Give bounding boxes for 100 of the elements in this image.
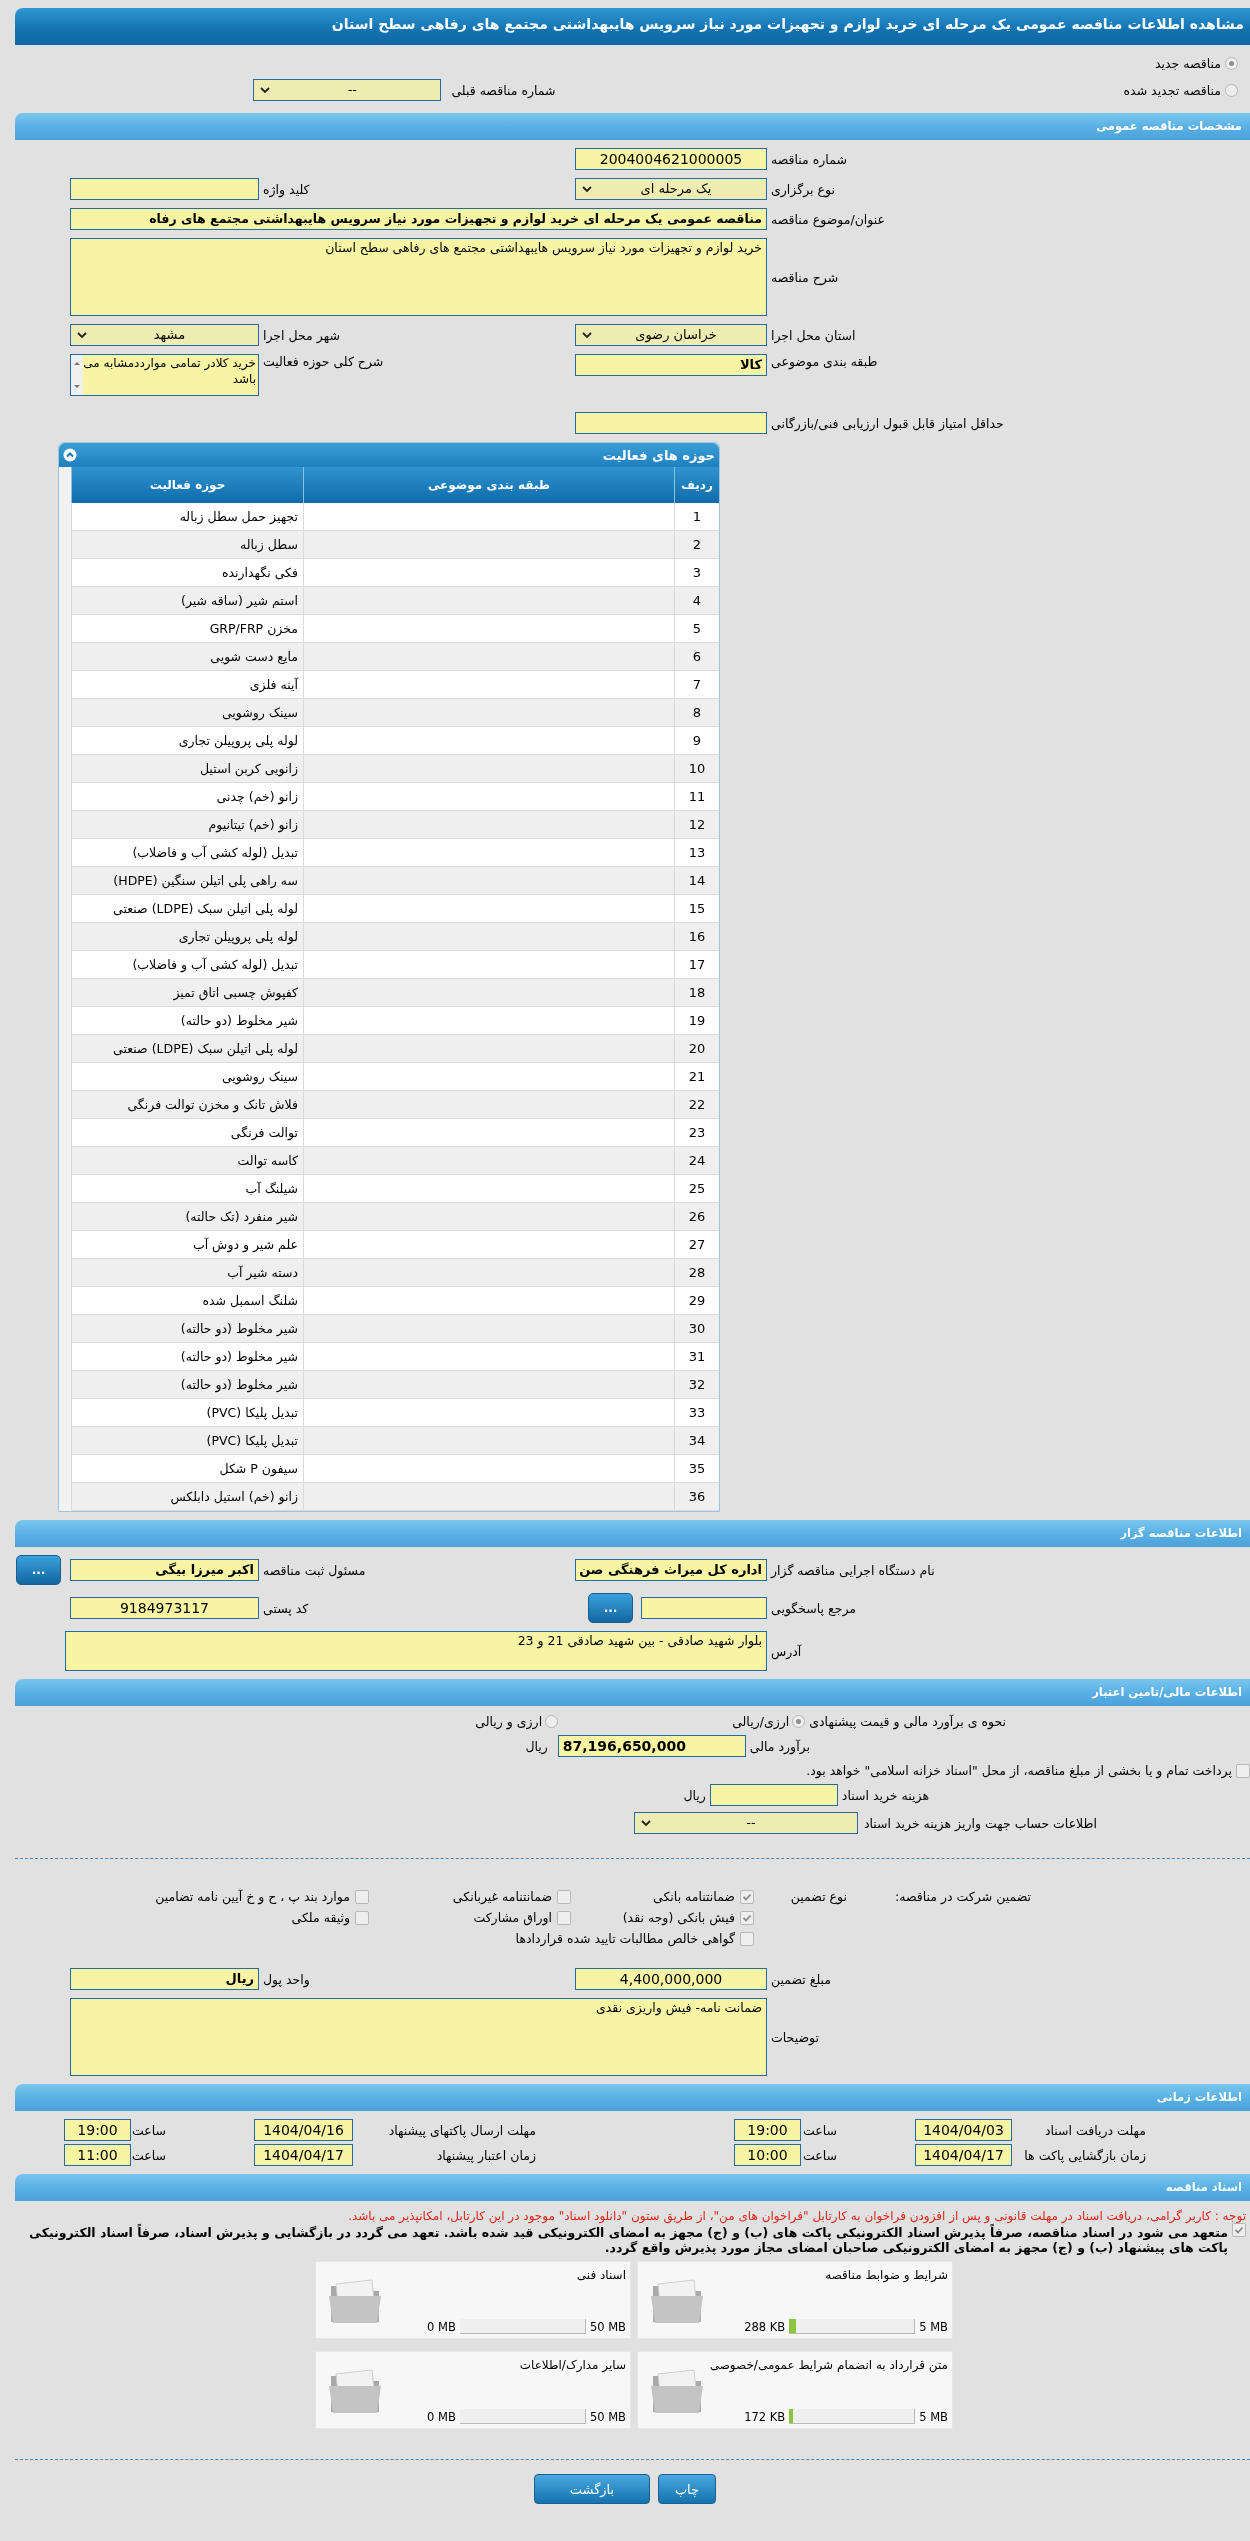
checkbox[interactable] [1232,2223,1246,2237]
time-field[interactable]: 11:00 [64,2144,131,2166]
field-label: واحد پول [262,1971,311,1987]
dropdown[interactable]: -- [633,1812,858,1834]
checkbox[interactable] [557,1889,571,1904]
text-area[interactable]: ضمانت نامه- فیش واریزی نقدی [70,1998,767,2076]
table-cell: 21 [674,1062,719,1091]
checkbox[interactable] [740,1910,754,1925]
section-header: مشخصات مناقصه عمومی [15,113,1250,140]
field-label: نحوه ی برآورد مالی و قیمت پیشنهادی [809,1714,1006,1729]
more-button[interactable]: ... [588,1593,633,1623]
field-label: شرح مناقصه [770,269,840,285]
table-cell: فلاش تانک و مخزن توالت فرنگی [71,1090,304,1119]
dropdown[interactable]: یک مرحله ای [575,178,767,200]
text-field[interactable]: 4,400,000,000 [575,1968,767,1990]
table-cell: 19 [674,1006,719,1035]
text-field[interactable] [575,412,767,434]
radio-button[interactable] [1225,56,1238,70]
checkbox[interactable] [355,1910,369,1925]
table-cell: شیر منفرد (تک حالته) [71,1202,304,1231]
text-field[interactable]: 2004004621000005 [575,148,767,170]
text-area[interactable]: خرید کلادر تمامی موارددمشابه می باشد [70,354,259,396]
text-field[interactable]: 9184973117 [70,1597,259,1619]
field-label: برآورد مالی [749,1738,810,1754]
table-cell: لوله پلی اتیلن سبک (LDPE) صنعتی [71,1034,304,1063]
time-field[interactable]: 10:00 [734,2144,801,2166]
file-size: 0 MB [427,2409,456,2424]
checkbox[interactable] [740,1931,754,1946]
field-label: ریال [683,1787,706,1803]
checkbox-label: ضمانتنامه غیربانکی [452,1889,552,1904]
file-size: 172 KB [744,2409,786,2424]
field-label: آدرس [770,1643,803,1659]
folder-icon [650,2278,706,2324]
action-button[interactable]: چاپ [658,2474,716,2504]
checkbox[interactable] [1236,1763,1250,1778]
radio-button[interactable] [545,1715,559,1728]
table-cell: 12 [674,810,719,839]
checkbox[interactable] [557,1910,571,1925]
time-field[interactable]: 19:00 [64,2119,131,2141]
table-cell: لوله پلی پروپیلن تجاری [71,726,304,755]
table-cell: مایع دست شویی [71,642,304,671]
text-field[interactable] [641,1597,767,1619]
column-header: حوزه فعالیت [71,467,304,503]
radio-button[interactable] [792,1715,806,1728]
radio-button[interactable] [1225,83,1238,97]
table-cell: 6 [674,642,719,671]
size-limit: 50 MB [589,2319,626,2334]
table-cell: 17 [674,950,719,979]
size-limit: 50 MB [589,2409,626,2424]
text-area[interactable]: بلوار شهید صادقی - بین شهید صادقی 21 و 23 [65,1631,767,1671]
more-button[interactable]: ... [16,1555,61,1585]
dropdown[interactable]: مشهد [70,324,259,346]
text-field[interactable]: ریال [70,1968,259,1990]
table-cell: فکی نگهدارنده [71,558,304,587]
action-button[interactable]: بازگشت [534,2474,650,2504]
text-field[interactable]: کالا [575,354,767,376]
scrollbar[interactable] [73,360,81,390]
field-label: شماره مناقصه قبلی [451,82,556,98]
text-field[interactable]: 87,196,650,000 [557,1735,746,1757]
checkbox[interactable] [740,1889,754,1904]
field-label: توضیحات [770,2029,820,2045]
text-area[interactable]: خرید لوازم و تجهیزات مورد نیاز سرویس هایبهداشتی مجتمع های رفاهی سطح استان [70,238,767,316]
date-field[interactable]: 1404/04/17 [254,2144,353,2166]
table-cell: 8 [674,698,719,727]
table-cell: علم شیر و دوش آب [71,1230,304,1259]
date-field[interactable]: 1404/04/17 [915,2144,1012,2166]
text-field[interactable]: اکبر میرزا بیگی [70,1559,259,1581]
table-cell: شیر مخلوط (دو حالته) [71,1006,304,1035]
text-field[interactable]: اداره کل میراث فرهنگی صن [575,1559,767,1581]
collapse-icon[interactable] [63,448,77,462]
table-cell: 1 [674,503,719,531]
dropdown[interactable]: خراسان رضوی [575,324,767,346]
date-field[interactable]: 1404/04/03 [915,2119,1012,2141]
text-field[interactable]: مناقصه عمومی یک مرحله ای خرید لوازم و تجهیزات مورد نیاز سرویس هایبهداشتی مجتمع های رفاه [70,208,767,230]
table-cell: سینک روشویی [71,698,304,727]
checkbox[interactable] [355,1889,369,1904]
table-cell: 27 [674,1230,719,1259]
text-field[interactable] [709,1784,838,1806]
radio-label: ارزی/ریالی [732,1714,790,1729]
time-field[interactable]: 19:00 [734,2119,801,2141]
field-label: عنوان/موضوع مناقصه [770,211,886,227]
document-title: سایر مدارک/اطلاعات [518,2358,626,2372]
checkbox-label: پرداخت تمام و یا بخشی از مبلغ مناقصه، از محل "اسناد خزانه اسلامی" خواهد بود. [806,1763,1232,1778]
section-header: اسناد مناقصه [15,2174,1250,2201]
section-header: اطلاعات زمانی [15,2084,1250,2111]
table-cell: شیر مخلوط (دو حالته) [71,1314,304,1343]
field-label: کد پستی [262,1600,310,1616]
size-limit: 5 MB [919,2319,948,2334]
table-cell: 3 [674,558,719,587]
checkmark-icon [742,1912,752,1923]
dropdown[interactable]: -- [253,79,442,101]
date-field[interactable]: 1404/04/16 [254,2119,353,2141]
table-cell: 33 [674,1398,719,1427]
column-header: طبقه بندی موضوعی [303,467,675,503]
field-label: ساعت [802,2122,837,2138]
text-field[interactable] [70,178,259,200]
table-cell: 5 [674,614,719,643]
field-label: ساعت [802,2147,837,2163]
table-cell: تبدیل پلیکا (PVC) [71,1426,304,1455]
document-title: اسناد فنی [575,2268,626,2282]
